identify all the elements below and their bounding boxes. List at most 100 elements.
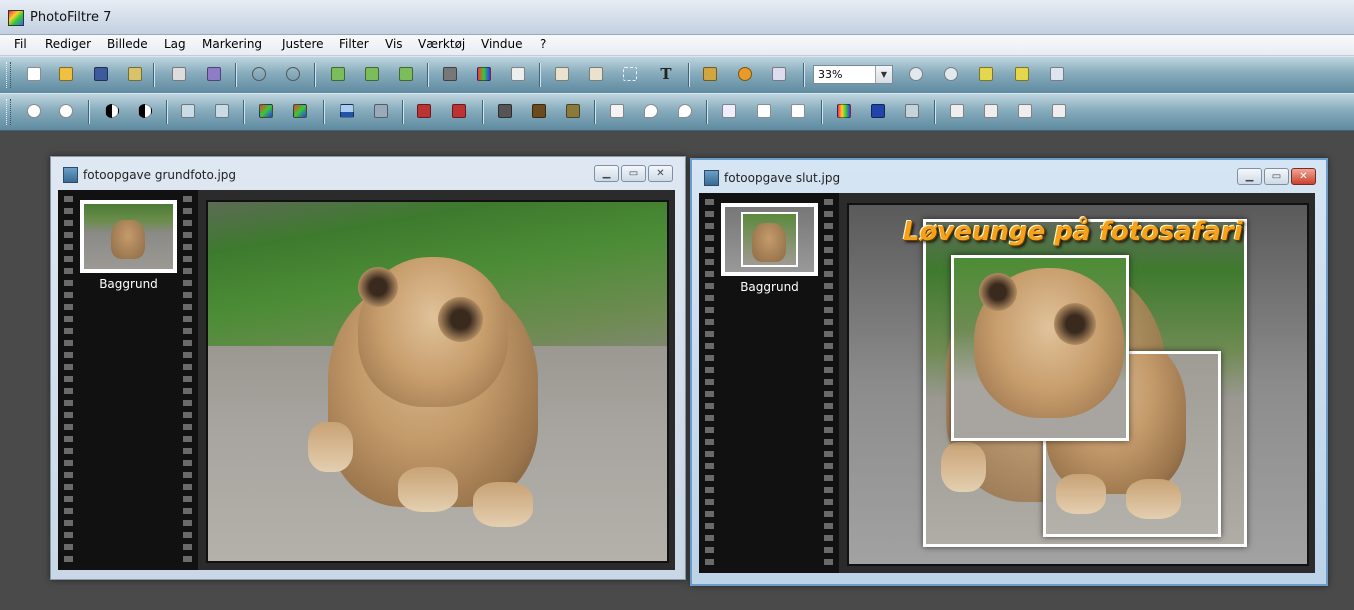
- layer-thumbnail[interactable]: [80, 200, 177, 273]
- photo-lion-paw: [941, 442, 986, 492]
- chevron-down-icon[interactable]: ▼: [875, 66, 892, 83]
- soften-button[interactable]: [607, 101, 627, 121]
- negative-button[interactable]: [563, 101, 583, 121]
- fullscreen-button[interactable]: [769, 64, 789, 84]
- contrast-up-button[interactable]: [135, 101, 155, 121]
- screen-button[interactable]: [1047, 64, 1067, 84]
- menu-lag[interactable]: Lag: [164, 37, 186, 51]
- menu-rediger[interactable]: Rediger: [45, 37, 91, 51]
- brightness-up-button[interactable]: [56, 101, 76, 121]
- grayscale-button[interactable]: [495, 101, 515, 121]
- menu-filter[interactable]: Filter: [339, 37, 369, 51]
- sharpen-max-button[interactable]: [788, 101, 808, 121]
- window-controls: ▁ ▭ ✕: [1237, 168, 1316, 187]
- rotate-right-button[interactable]: [1049, 101, 1069, 121]
- auto-contrast-button[interactable]: [449, 101, 469, 121]
- image-canvas[interactable]: [206, 200, 669, 563]
- print-button[interactable]: [169, 64, 189, 84]
- scanner-button[interactable]: [204, 64, 224, 84]
- zoom-in-button[interactable]: [906, 64, 926, 84]
- close-button[interactable]: ✕: [1291, 168, 1316, 185]
- undo-button[interactable]: [249, 64, 269, 84]
- flip-vertical-button[interactable]: [981, 101, 1001, 121]
- rotate-left-button[interactable]: [1015, 101, 1035, 121]
- image-canvas[interactable]: Løveunge på fotosafari: [847, 203, 1309, 566]
- photo-lion-ear: [358, 267, 398, 307]
- new-file-button[interactable]: [24, 64, 44, 84]
- toolbar-separator: [688, 63, 689, 87]
- brightness-down-button[interactable]: [24, 101, 44, 121]
- menu-billede[interactable]: Billede: [107, 37, 148, 51]
- zoom-out-button[interactable]: [941, 64, 961, 84]
- menu-justere[interactable]: Justere: [282, 37, 324, 51]
- toolbar-separator: [821, 100, 822, 124]
- film-perforation: [824, 199, 833, 571]
- contrast-down-button[interactable]: [102, 101, 122, 121]
- saturation-up-button[interactable]: [290, 101, 310, 121]
- levels-button[interactable]: [337, 101, 357, 121]
- automation-button[interactable]: [700, 64, 720, 84]
- open-file-button[interactable]: [56, 64, 76, 84]
- menu-vaerktoj[interactable]: Værktøj: [418, 37, 465, 51]
- sharpen-more-button[interactable]: [754, 101, 774, 121]
- actual-size-button[interactable]: [976, 64, 996, 84]
- saturation-down-button[interactable]: [256, 101, 276, 121]
- blur-more-button[interactable]: [675, 101, 695, 121]
- paste-new-button[interactable]: [396, 64, 416, 84]
- toolbar-grip[interactable]: [6, 62, 11, 88]
- menu-markering[interactable]: Markering: [202, 37, 262, 51]
- toolbar-grip[interactable]: [6, 99, 11, 125]
- document-window-slut[interactable]: fotoopgave slut.jpg ▁ ▭ ✕ Baggrund Løveu…: [690, 158, 1328, 586]
- history-button[interactable]: [508, 64, 528, 84]
- blur-button[interactable]: [641, 101, 661, 121]
- zoom-select[interactable]: 33% ▼: [813, 65, 893, 84]
- close-button[interactable]: ✕: [648, 165, 673, 182]
- brightness-down-icon: [27, 104, 41, 118]
- balance-button[interactable]: [371, 101, 391, 121]
- maximize-button[interactable]: ▭: [621, 165, 646, 182]
- toolbar-separator: [539, 63, 540, 87]
- crop-button[interactable]: [552, 64, 572, 84]
- minimize-button[interactable]: ▁: [594, 165, 619, 182]
- layer-thumbnail[interactable]: [721, 203, 818, 276]
- zoom-in-icon: [909, 67, 923, 81]
- color-palette-button[interactable]: [834, 101, 854, 121]
- menu-vis[interactable]: Vis: [385, 37, 403, 51]
- menu-help[interactable]: ?: [540, 37, 546, 51]
- menu-fil[interactable]: Fil: [14, 37, 27, 51]
- sharpen-button[interactable]: [719, 101, 739, 121]
- redo-button[interactable]: [283, 64, 303, 84]
- crop-icon: [555, 67, 569, 81]
- colors-button[interactable]: [474, 64, 494, 84]
- save-button[interactable]: [91, 64, 111, 84]
- image-size-button[interactable]: [440, 64, 460, 84]
- gamma-up-icon: [215, 104, 229, 118]
- sliders-icon: [374, 104, 388, 118]
- sepia-button[interactable]: [529, 101, 549, 121]
- toolbar-separator: [88, 100, 89, 124]
- menu-vindue[interactable]: Vindue: [481, 37, 523, 51]
- maximize-button[interactable]: ▭: [1264, 168, 1289, 185]
- gamma-up-button[interactable]: [212, 101, 232, 121]
- text-button[interactable]: T: [656, 64, 676, 84]
- transparency-button[interactable]: [902, 101, 922, 121]
- resize-button[interactable]: [586, 64, 606, 84]
- paste-button[interactable]: [362, 64, 382, 84]
- photo-lion-paw: [473, 482, 533, 527]
- film-perforation: [64, 196, 73, 568]
- document-window-grundfoto[interactable]: fotoopgave grundfoto.jpg ▁ ▭ ✕ Baggrund: [50, 156, 686, 580]
- photo-lion-paw: [398, 467, 458, 512]
- fit-window-button[interactable]: [1012, 64, 1032, 84]
- flip-vertical-icon: [984, 104, 998, 118]
- auto-gamma-button[interactable]: [414, 101, 434, 121]
- copy-button[interactable]: [328, 64, 348, 84]
- minimize-button[interactable]: ▁: [1237, 168, 1262, 185]
- selection-button[interactable]: [620, 64, 640, 84]
- auto-gamma-icon: [417, 104, 431, 118]
- color-replace-button[interactable]: [868, 101, 888, 121]
- resize-icon: [589, 67, 603, 81]
- flip-horizontal-button[interactable]: [947, 101, 967, 121]
- gamma-down-button[interactable]: [178, 101, 198, 121]
- save-as-button[interactable]: [125, 64, 145, 84]
- plugin-button[interactable]: [735, 64, 755, 84]
